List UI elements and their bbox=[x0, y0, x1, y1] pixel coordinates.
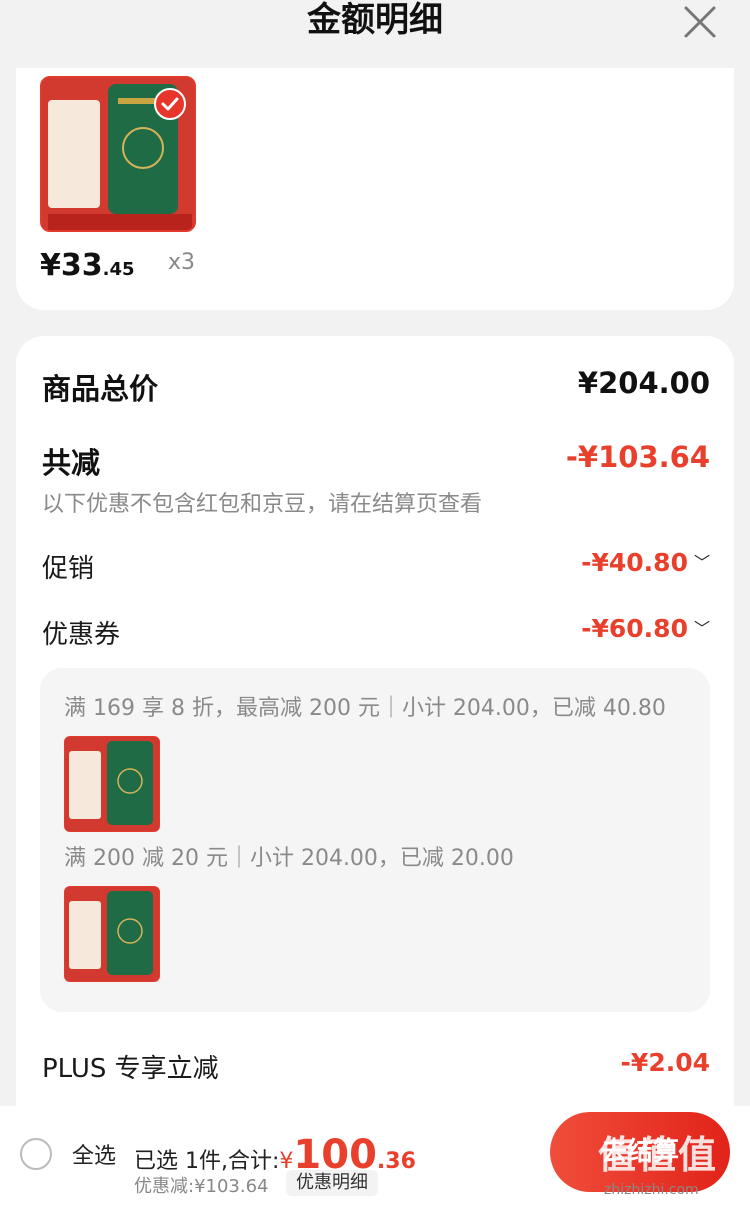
coupon-rule: 满 200 减 20 元｜小计 204.00，已减 20.00 bbox=[64, 846, 514, 871]
amount-details-card: 商品总价 ¥204.00 共减 -¥103.64 以下优惠不包含红包和京豆，请在… bbox=[16, 336, 734, 1126]
product-image[interactable] bbox=[40, 76, 196, 232]
product-quantity: x3 bbox=[168, 250, 196, 275]
coupon-value: -¥60.80 bbox=[581, 614, 688, 643]
sum-cents: .36 bbox=[376, 1149, 416, 1174]
chevron-down-icon[interactable]: ﹀ bbox=[694, 549, 710, 573]
header: 金额明细 bbox=[0, 0, 750, 64]
coupon-label: 优惠券 bbox=[42, 620, 121, 650]
plus-value: -¥2.04 bbox=[620, 1048, 710, 1077]
product-price: ¥33.45 bbox=[40, 248, 135, 284]
close-button[interactable] bbox=[680, 2, 720, 42]
total-row: 商品总价 ¥204.00 bbox=[42, 366, 710, 406]
checked-icon bbox=[154, 88, 186, 120]
coupon-row[interactable]: 优惠券 -¥60.80 ﹀ bbox=[42, 614, 710, 650]
total-label: 商品总价 bbox=[42, 372, 159, 406]
watermark-url: zhizhizhi.com bbox=[604, 1182, 699, 1198]
reduce-note: 以下优惠不包含红包和京豆，请在结算页查看 bbox=[42, 492, 483, 517]
promo-row[interactable]: 促销 -¥40.80 ﹀ bbox=[42, 548, 710, 584]
summary-prefix: 已选 1件,合计: bbox=[134, 1149, 280, 1174]
total-value: ¥204.00 bbox=[577, 366, 710, 400]
select-all-radio[interactable] bbox=[20, 1138, 52, 1170]
reduce-row: 共减 -¥103.64 bbox=[42, 440, 710, 480]
plus-row: PLUS 专享立减 -¥2.04 bbox=[42, 1048, 710, 1084]
coupon-product-image[interactable] bbox=[64, 736, 160, 832]
discount-note: 优惠减:¥103.64 bbox=[134, 1176, 269, 1197]
watermark-logo: 值值值 bbox=[598, 1133, 719, 1177]
page-title: 金额明细 bbox=[307, 0, 443, 40]
select-all-label[interactable]: 全选 bbox=[72, 1138, 116, 1170]
coupon-detail-box: 满 169 享 8 折，最高减 200 元｜小计 204.00，已减 40.80… bbox=[40, 668, 710, 1012]
discount-detail-tag[interactable]: 优惠明细 bbox=[286, 1170, 378, 1196]
promo-label: 促销 bbox=[42, 554, 95, 584]
chevron-down-icon[interactable]: ﹀ bbox=[694, 615, 710, 639]
close-icon[interactable] bbox=[680, 2, 720, 42]
price-cents: .45 bbox=[102, 259, 135, 280]
product-card: ¥33.45 x3 bbox=[16, 68, 734, 310]
promo-value: -¥40.80 bbox=[581, 548, 688, 577]
plus-label: PLUS 专享立减 bbox=[42, 1054, 219, 1084]
coupon-product-image[interactable] bbox=[64, 886, 160, 982]
coupon-rule: 满 169 享 8 折，最高减 200 元｜小计 204.00，已减 40.80 bbox=[64, 696, 666, 721]
reduce-value: -¥103.64 bbox=[565, 440, 710, 474]
reduce-label: 共减 bbox=[42, 446, 101, 480]
price-main: ¥33 bbox=[40, 248, 103, 283]
